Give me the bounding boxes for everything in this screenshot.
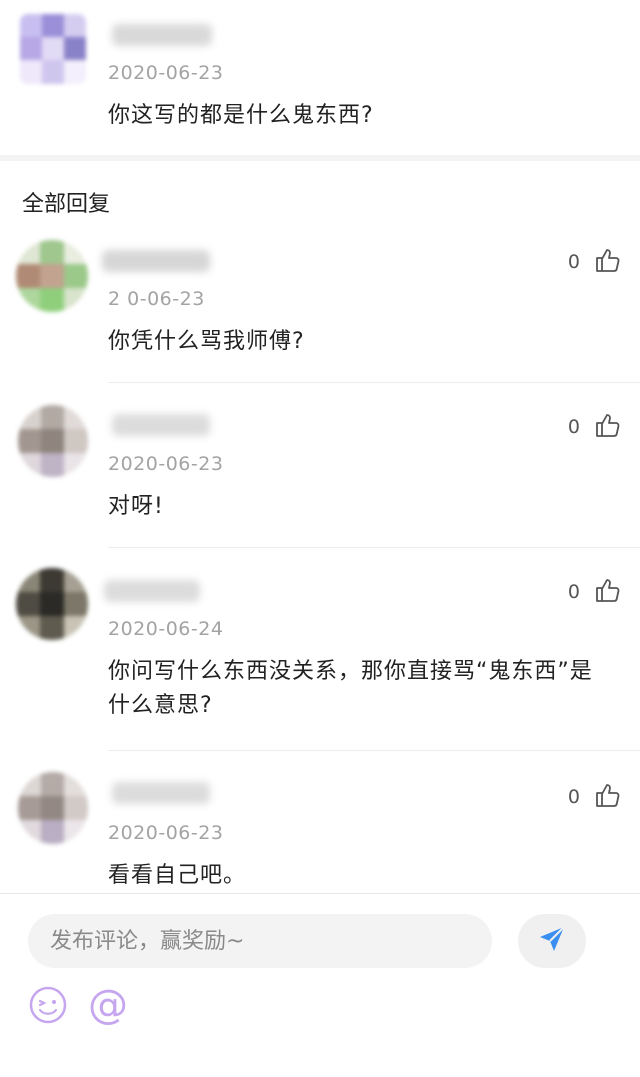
username-blurred[interactable] [102, 250, 210, 272]
like-count: 0 [567, 786, 580, 808]
reply-divider [108, 382, 640, 383]
username-blurred[interactable] [112, 24, 212, 46]
section-separator [0, 155, 640, 161]
reply-divider [108, 547, 640, 548]
reply-text: 对呀! [108, 494, 164, 519]
thumbs-up-icon[interactable] [594, 781, 622, 813]
post-text: 你这写的都是什么鬼东西? [108, 103, 374, 128]
avatar[interactable] [18, 405, 88, 477]
section-title: 全部回复 [22, 192, 111, 217]
thumbs-up-icon[interactable] [594, 246, 622, 278]
username-blurred[interactable] [112, 414, 210, 436]
like-control[interactable]: 0 [568, 576, 622, 608]
avatar[interactable] [20, 14, 86, 84]
emoji-button[interactable] [28, 985, 68, 1025]
reply-text: 看看自己吧。 [108, 863, 247, 888]
thumbs-up-icon[interactable] [594, 411, 622, 443]
reply-text: 你问写什么东西没关系，那你直接骂“鬼东西”是什么意思? [108, 659, 593, 718]
like-control[interactable]: 0 [568, 411, 622, 443]
username-blurred[interactable] [104, 580, 200, 602]
comment-input[interactable] [28, 914, 492, 968]
like-count: 0 [567, 416, 580, 438]
mention-button[interactable]: @ [86, 983, 130, 1027]
comment-input-container [28, 914, 492, 968]
reply-divider [108, 750, 640, 751]
avatar[interactable] [16, 568, 88, 640]
reply-date: 2020-06-24 [108, 618, 224, 640]
username-blurred[interactable] [112, 782, 210, 804]
avatar[interactable] [16, 240, 88, 312]
like-control[interactable]: 0 [568, 246, 622, 278]
like-control[interactable]: 0 [568, 781, 622, 813]
post-date: 2020-06-23 [108, 62, 224, 84]
send-button[interactable] [518, 914, 586, 968]
like-count: 0 [567, 251, 580, 273]
like-count: 0 [567, 581, 580, 603]
at-icon: @ [88, 982, 128, 1028]
reply-date: 2 0-06-23 [108, 288, 205, 310]
thumbs-up-icon[interactable] [594, 576, 622, 608]
reply-text: 你凭什么骂我师傅? [108, 329, 305, 354]
send-icon [537, 924, 567, 958]
reply-date: 2020-06-23 [108, 822, 224, 844]
avatar[interactable] [18, 772, 88, 844]
emoji-icon [28, 986, 68, 1029]
reply-date: 2020-06-23 [108, 453, 224, 475]
